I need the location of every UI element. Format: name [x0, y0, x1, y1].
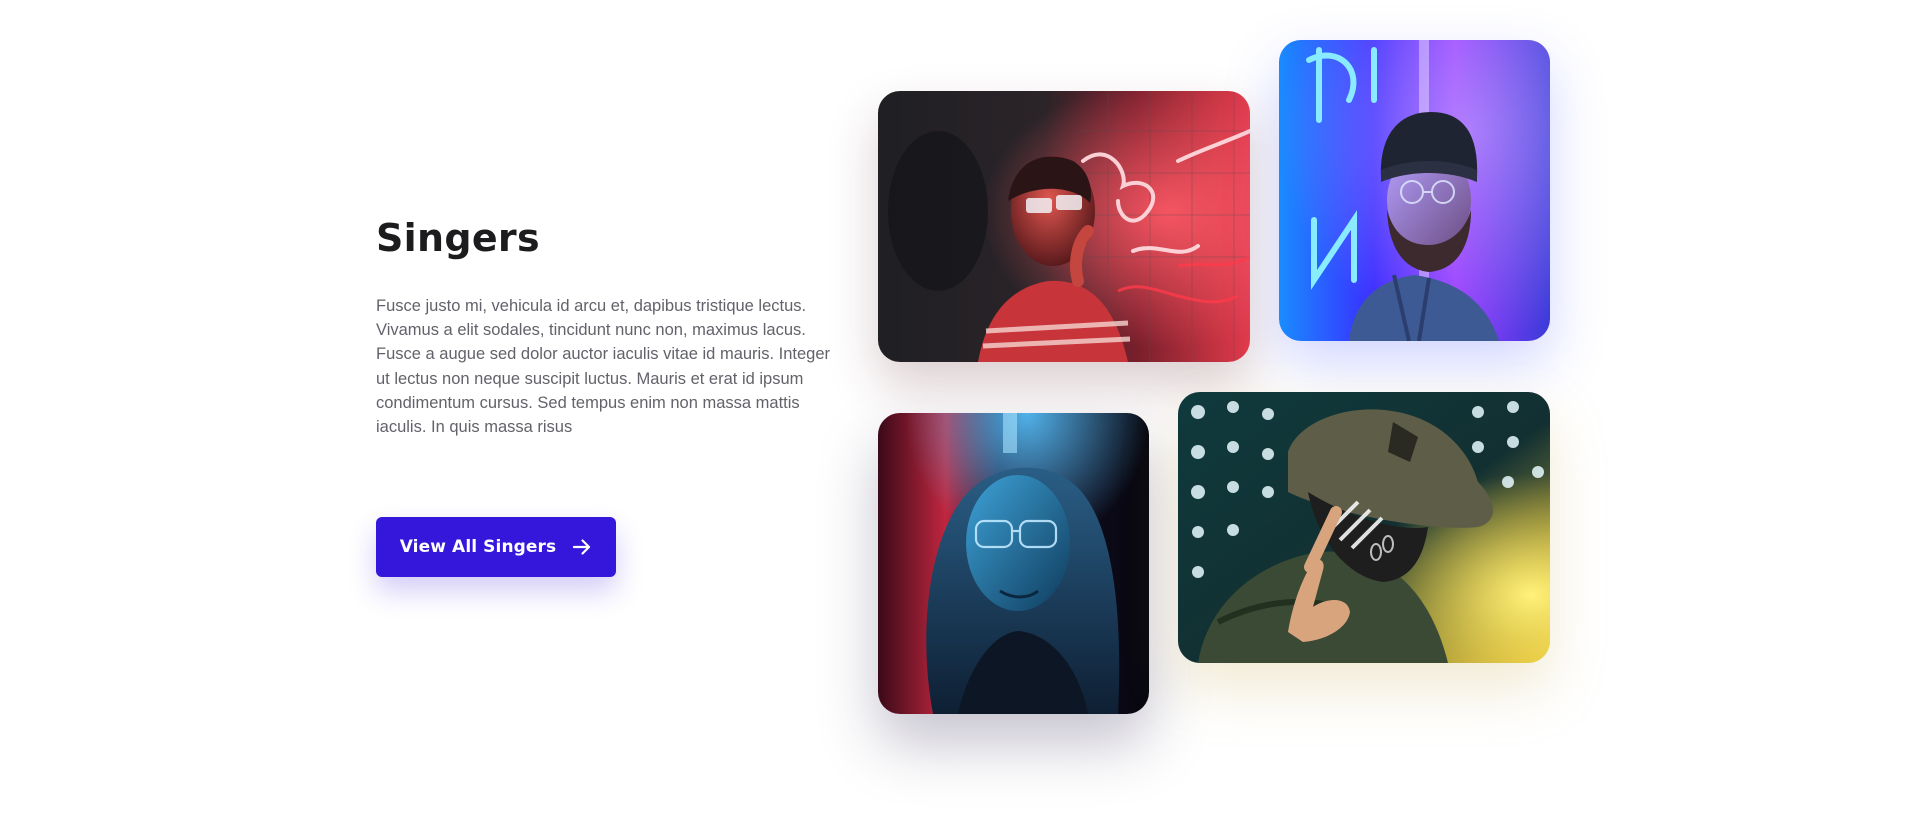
- arrow-right-icon: [572, 538, 592, 556]
- section-title: Singers: [376, 216, 540, 260]
- photo-woman-neon-glasses: [878, 91, 1250, 362]
- cta-label: View All Singers: [399, 537, 557, 557]
- photo-woman-blue-light: [878, 413, 1149, 714]
- singers-intro: Singers Fusce justo mi, vehicula id arcu…: [376, 210, 846, 439]
- photo-masked-man-bucket-hat: [1178, 392, 1550, 663]
- photo-bearded-man-beanie: [1279, 40, 1550, 341]
- section-description: Fusce justo mi, vehicula id arcu et, dap…: [376, 297, 830, 437]
- view-all-singers-button[interactable]: View All Singers: [376, 517, 616, 577]
